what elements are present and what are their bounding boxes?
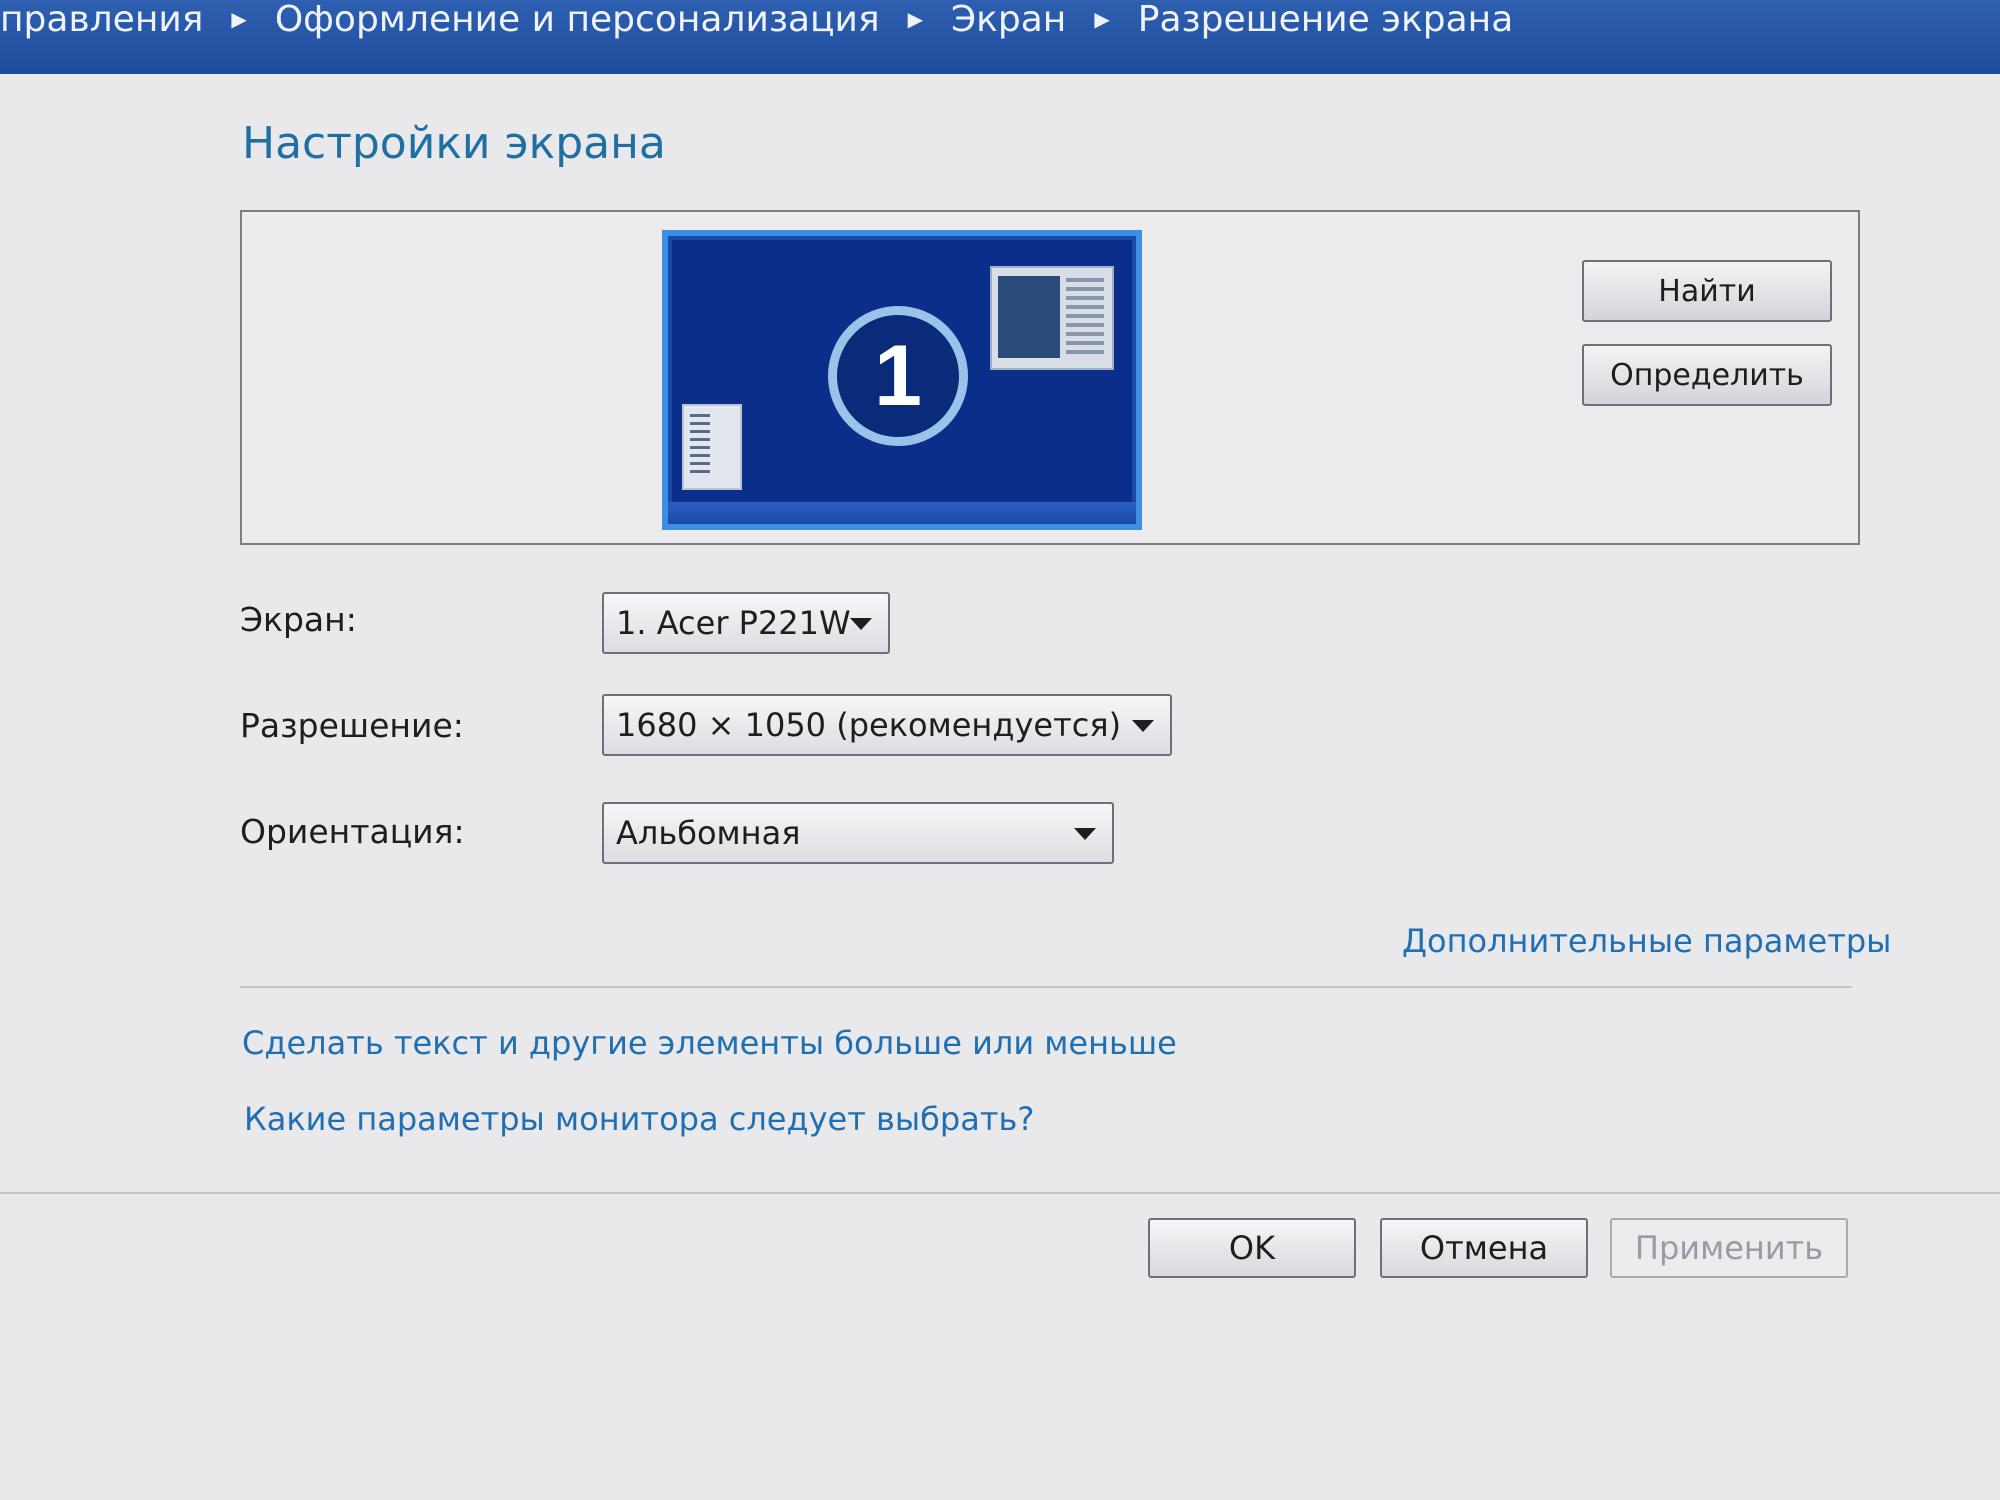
chevron-right-icon[interactable]: ▶: [231, 7, 246, 31]
advanced-settings-link[interactable]: Дополнительные параметры: [1402, 922, 1891, 960]
footer-divider: [0, 1192, 2000, 1194]
section-divider: [240, 986, 1852, 988]
resolution-select-value: 1680 × 1050 (рекомендуется): [616, 706, 1122, 744]
chevron-right-icon[interactable]: ▶: [1094, 7, 1109, 31]
ok-button[interactable]: OK: [1148, 1218, 1356, 1278]
orientation-select-value: Альбомная: [616, 814, 801, 852]
detect-button[interactable]: Определить: [1582, 344, 1832, 406]
window-illustration-pane: [998, 276, 1060, 358]
dropdown-arrow-icon: [1074, 828, 1096, 840]
resolution-label: Разрешение:: [240, 706, 464, 745]
screen-select[interactable]: 1. Acer P221W: [602, 592, 890, 654]
monitor-settings-help-link[interactable]: Какие параметры монитора следует выбрать…: [244, 1100, 1034, 1138]
document-illustration: [682, 404, 742, 490]
screen-select-value: 1. Acer P221W: [616, 604, 851, 642]
dropdown-arrow-icon: [850, 618, 872, 630]
breadcrumb: правления ▶ Оформление и персонализация …: [0, 0, 2000, 74]
screen-label: Экран:: [240, 600, 357, 639]
page-title: Настройки экрана: [242, 118, 666, 169]
dropdown-arrow-icon: [1132, 720, 1154, 732]
breadcrumb-item-resolution[interactable]: Разрешение экрана: [1138, 0, 1514, 40]
monitor-number-badge: 1: [828, 306, 968, 446]
chevron-right-icon[interactable]: ▶: [908, 7, 923, 31]
resolution-select[interactable]: 1680 × 1050 (рекомендуется): [602, 694, 1172, 756]
window-illustration: [990, 266, 1114, 370]
text-size-link[interactable]: Сделать текст и другие элементы больше и…: [242, 1024, 1177, 1062]
orientation-label: Ориентация:: [240, 812, 465, 851]
monitor-preview-panel: 1 Найти Определить: [240, 210, 1860, 545]
monitor-1-thumbnail[interactable]: 1: [662, 230, 1142, 530]
taskbar-illustration: [668, 502, 1136, 524]
find-button[interactable]: Найти: [1582, 260, 1832, 322]
document-illustration-lines: [690, 414, 710, 476]
cancel-button[interactable]: Отмена: [1380, 1218, 1588, 1278]
breadcrumb-item-appearance[interactable]: Оформление и персонализация: [275, 0, 880, 40]
apply-button[interactable]: Применить: [1610, 1218, 1848, 1278]
breadcrumb-item-display[interactable]: Экран: [951, 0, 1066, 40]
breadcrumb-item-control-panel[interactable]: правления: [0, 0, 203, 40]
orientation-select[interactable]: Альбомная: [602, 802, 1114, 864]
window-illustration-lines: [1066, 278, 1104, 358]
